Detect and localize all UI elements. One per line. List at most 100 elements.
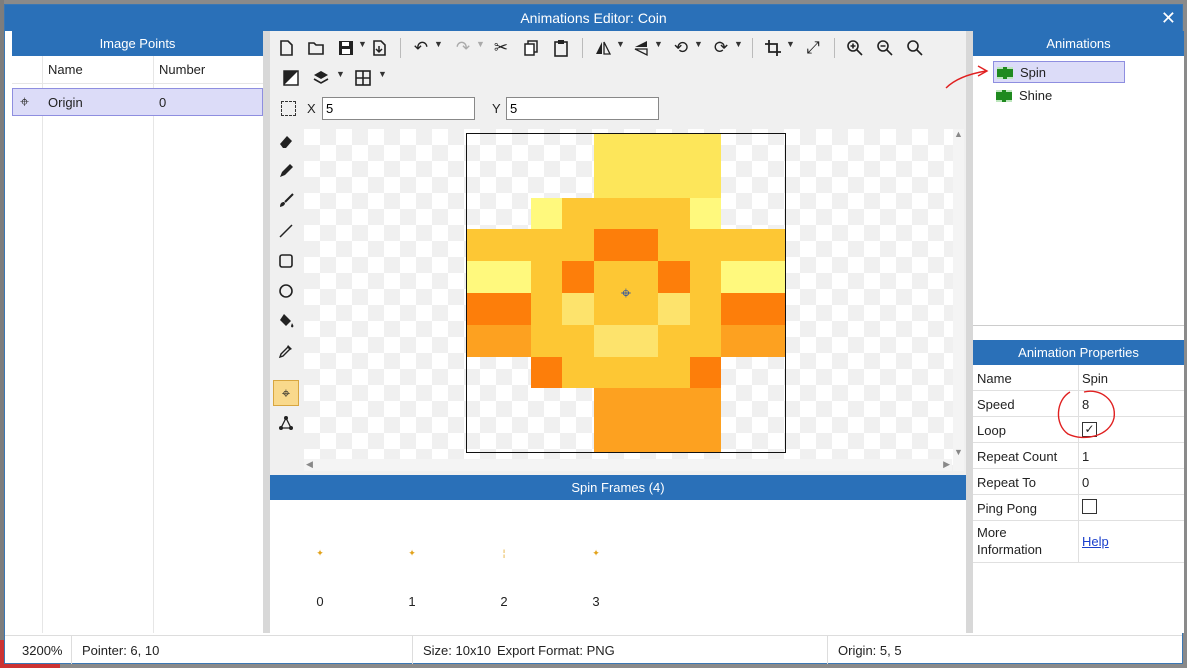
copy-icon[interactable] xyxy=(520,37,542,59)
sprite-pixel[interactable] xyxy=(530,356,563,389)
sprite-pixel[interactable] xyxy=(753,134,785,166)
splitter[interactable] xyxy=(966,31,973,633)
sprite-pixel[interactable] xyxy=(530,229,563,262)
chevron-down-icon[interactable]: ▼ xyxy=(378,69,387,79)
sprite-pixel[interactable] xyxy=(721,420,753,452)
export-icon[interactable] xyxy=(368,37,390,59)
sprite-pixel[interactable] xyxy=(562,356,595,389)
crop-icon[interactable] xyxy=(762,37,784,59)
prop-value[interactable]: Spin xyxy=(1082,371,1108,386)
chevron-down-icon[interactable]: ▼ xyxy=(786,39,795,49)
sprite-pixel[interactable] xyxy=(625,388,658,421)
sprite-pixel[interactable] xyxy=(530,292,563,325)
ping-pong-checkbox[interactable] xyxy=(1082,499,1097,514)
sprite-pixel[interactable] xyxy=(531,420,563,452)
sprite-pixel[interactable] xyxy=(625,324,658,357)
scroll-down-icon[interactable]: ▼ xyxy=(954,447,963,457)
chevron-down-icon[interactable]: ▼ xyxy=(616,39,625,49)
help-link[interactable]: Help xyxy=(1082,534,1109,549)
chevron-down-icon[interactable]: ▼ xyxy=(476,39,485,49)
redo-icon[interactable]: ↷ xyxy=(452,37,474,59)
sprite-pixel[interactable] xyxy=(531,388,563,420)
sprite-pixel[interactable] xyxy=(499,134,531,166)
sprite-pixel[interactable] xyxy=(657,292,690,325)
flip-vertical-icon[interactable] xyxy=(630,37,652,59)
sprite-pixel[interactable] xyxy=(562,292,595,325)
sprite-pixel[interactable] xyxy=(689,292,722,325)
sprite-pixel[interactable] xyxy=(625,229,658,262)
sprite-pixel[interactable] xyxy=(594,388,626,421)
zoom-reset-icon[interactable] xyxy=(904,37,926,59)
sprite-pixel[interactable] xyxy=(467,420,499,452)
vertical-scrollbar[interactable]: ▲ ▼ xyxy=(953,129,964,471)
sprite-pixel[interactable] xyxy=(721,261,754,293)
sprite-pixel[interactable] xyxy=(753,261,785,293)
sprite-pixel[interactable] xyxy=(562,324,595,357)
sprite-pixel[interactable] xyxy=(753,420,785,452)
x-input[interactable] xyxy=(322,97,475,120)
sprite-pixel[interactable] xyxy=(467,388,499,420)
line-icon[interactable] xyxy=(273,218,299,244)
sprite-pixel[interactable] xyxy=(499,388,531,420)
y-input[interactable] xyxy=(506,97,659,120)
chevron-down-icon[interactable]: ▼ xyxy=(336,69,345,79)
brush-icon[interactable] xyxy=(273,188,299,214)
eyedropper-icon[interactable] xyxy=(273,338,299,364)
sprite-pixel[interactable] xyxy=(721,357,753,389)
zoom-in-icon[interactable] xyxy=(844,37,866,59)
col-name-header[interactable]: Name xyxy=(48,56,83,84)
sprite-pixel[interactable] xyxy=(753,324,785,357)
sprite-pixel[interactable] xyxy=(721,166,753,198)
image-point-icon[interactable]: ⌖ xyxy=(273,380,299,406)
sprite-pixel[interactable] xyxy=(498,261,531,293)
eraser-icon[interactable] xyxy=(273,128,299,154)
sprite-pixel[interactable] xyxy=(467,229,499,262)
chevron-down-icon[interactable]: ▼ xyxy=(654,39,663,49)
sprite-pixel[interactable] xyxy=(721,324,754,357)
frame-item[interactable]: ✦ 0 xyxy=(300,500,340,633)
sprite-pixel[interactable] xyxy=(625,420,658,452)
sprite-pixel[interactable] xyxy=(721,134,753,166)
col-number-header[interactable]: Number xyxy=(159,56,205,84)
origin-marker-icon[interactable]: ⌖ xyxy=(616,283,636,303)
horizontal-scrollbar[interactable]: ◀ ▶ xyxy=(304,459,952,471)
splitter[interactable] xyxy=(263,31,270,633)
prop-value[interactable]: 1 xyxy=(1082,449,1089,464)
sprite-pixel[interactable] xyxy=(467,357,499,389)
sprite-pixel[interactable] xyxy=(562,420,594,452)
sprite-pixel[interactable] xyxy=(594,420,626,452)
sprite-pixel[interactable] xyxy=(467,324,499,357)
sprite-pixel[interactable] xyxy=(530,261,563,293)
sprite-pixel[interactable] xyxy=(657,197,690,230)
open-icon[interactable] xyxy=(305,37,327,59)
prop-value[interactable]: 8 xyxy=(1082,397,1089,412)
chevron-down-icon[interactable]: ▼ xyxy=(434,39,443,49)
chevron-down-icon[interactable]: ▼ xyxy=(358,39,367,49)
sprite-pixel[interactable] xyxy=(467,292,499,325)
selection-icon[interactable] xyxy=(281,101,296,116)
sprite-pixel[interactable] xyxy=(594,165,626,198)
frame-item[interactable]: ✦ 3 xyxy=(576,500,616,633)
sprite-pixel[interactable] xyxy=(467,261,499,293)
undo-icon[interactable]: ↶ xyxy=(410,37,432,59)
frame-item[interactable]: ✦ 1 xyxy=(392,500,432,633)
sprite-pixel[interactable] xyxy=(657,229,690,262)
sprite-pixel[interactable] xyxy=(753,388,785,420)
sprite-pixel[interactable] xyxy=(625,134,658,166)
new-icon[interactable] xyxy=(275,37,297,59)
rotate-right-icon[interactable]: ⟳ xyxy=(710,37,732,59)
sprite-pixel[interactable] xyxy=(689,420,722,452)
sprite-pixel[interactable] xyxy=(594,324,626,357)
sprite-pixel[interactable] xyxy=(499,198,531,230)
scroll-left-icon[interactable]: ◀ xyxy=(306,459,313,470)
sprite-canvas[interactable]: ⌖ xyxy=(304,129,964,471)
sprite-pixel[interactable] xyxy=(657,420,690,452)
sprite-pixel[interactable] xyxy=(562,388,594,420)
sprite-pixel[interactable] xyxy=(689,356,722,389)
sprite-pixel[interactable] xyxy=(753,357,785,389)
sprite-pixel[interactable] xyxy=(657,165,690,198)
chevron-down-icon[interactable]: ▼ xyxy=(734,39,743,49)
sprite-pixel[interactable] xyxy=(499,166,531,198)
sprite-pixel[interactable] xyxy=(530,197,563,230)
sprite-pixel[interactable] xyxy=(657,356,690,389)
